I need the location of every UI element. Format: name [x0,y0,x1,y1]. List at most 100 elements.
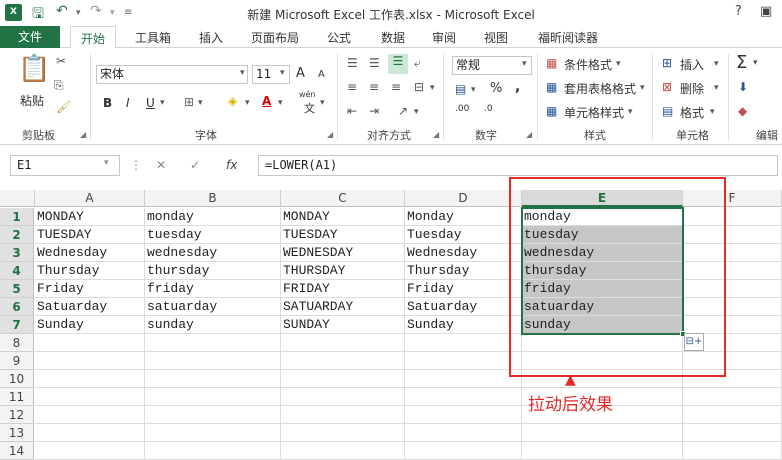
clear-icon[interactable]: ◆ [738,104,747,118]
cell-a5[interactable]: Friday [35,280,145,298]
cell-f14[interactable] [683,442,782,460]
percent-button[interactable]: % [490,81,502,96]
tab-view[interactable]: 视图 [484,29,508,46]
format-cells-chevron-down-icon[interactable]: ▾ [710,107,715,117]
phonetic-chevron-down-icon[interactable]: ▾ [320,98,325,108]
row-header-5[interactable]: 5 [0,280,34,298]
cell-a6[interactable]: Satuarday [35,298,145,316]
cell-a1[interactable]: MONDAY [35,208,145,226]
cell-a10[interactable] [35,370,145,388]
row-header-3[interactable]: 3 [0,244,34,262]
cell-b1[interactable]: monday [145,208,281,226]
ribbon-display-icon[interactable]: ▣ [760,4,772,19]
cell-b9[interactable] [145,352,281,370]
cell-c5[interactable]: FRIDAY [281,280,405,298]
cell-c7[interactable]: SUNDAY [281,316,405,334]
cell-b13[interactable] [145,424,281,442]
cell-c12[interactable] [281,406,405,424]
conditional-format-chevron-down-icon[interactable]: ▾ [616,59,621,69]
cell-e7[interactable]: sunday [522,316,683,334]
tab-insert[interactable]: 插入 [199,29,223,46]
increase-indent-icon[interactable]: ⇥ [369,104,379,118]
row-header-6[interactable]: 6 [0,298,34,316]
underline-chevron-down-icon[interactable]: ▾ [160,98,165,108]
format-table-chevron-down-icon[interactable]: ▾ [640,83,645,93]
comma-button[interactable]: , [515,79,520,95]
font-name-select[interactable]: 宋体 [96,65,248,84]
cell-b4[interactable]: thursday [145,262,281,280]
cell-e6[interactable]: satuarday [522,298,683,316]
cell-styles-button[interactable]: 单元格样式 [564,104,624,121]
cell-c11[interactable] [281,388,405,406]
paste-icon[interactable]: 📋 [18,54,50,84]
orientation-chevron-down-icon[interactable]: ▾ [414,107,419,117]
decrease-indent-icon[interactable]: ⇤ [347,104,357,118]
clipboard-launcher-icon[interactable]: ◢ [80,130,86,139]
cell-a11[interactable] [35,388,145,406]
merge-center-icon[interactable]: ⊟ [414,80,424,94]
cell-b12[interactable] [145,406,281,424]
orientation-icon[interactable]: ↗ [398,104,408,118]
cell-e4[interactable]: thursday [522,262,683,280]
cell-c6[interactable]: SATUARDAY [281,298,405,316]
delete-cells-chevron-down-icon[interactable]: ▾ [714,83,719,93]
enter-icon[interactable]: ✓ [190,158,200,172]
cell-a2[interactable]: TUESDAY [35,226,145,244]
cell-e1[interactable]: monday [522,208,683,226]
cell-d9[interactable] [405,352,522,370]
align-middle-icon[interactable]: ☰ [369,56,380,70]
cell-b8[interactable] [145,334,281,352]
cell-b3[interactable]: wednesday [145,244,281,262]
cell-f9[interactable] [683,352,782,370]
insert-cells-chevron-down-icon[interactable]: ▾ [714,59,719,69]
conditional-format-icon[interactable]: ▦ [546,56,557,70]
cell-f7[interactable] [683,316,782,334]
row-header-9[interactable]: 9 [0,352,34,370]
format-painter-icon[interactable]: 🖌 [56,100,71,114]
cell-d5[interactable]: Friday [405,280,522,298]
cell-a12[interactable] [35,406,145,424]
cell-c4[interactable]: THURSDAY [281,262,405,280]
tab-home[interactable]: 开始 [70,26,117,49]
tab-review[interactable]: 审阅 [432,29,456,46]
cell-d10[interactable] [405,370,522,388]
column-header-a[interactable]: A [35,190,145,207]
cell-b10[interactable] [145,370,281,388]
format-cells-icon[interactable]: ▤ [662,104,673,118]
merge-chevron-down-icon[interactable]: ▾ [430,83,435,93]
row-header-4[interactable]: 4 [0,262,34,280]
cell-e10[interactable] [522,370,683,388]
grow-font-button[interactable]: A [296,66,305,81]
cell-a13[interactable] [35,424,145,442]
accounting-chevron-down-icon[interactable]: ▾ [471,85,476,95]
cell-c3[interactable]: WEDNESDAY [281,244,405,262]
tab-page-layout[interactable]: 页面布局 [251,29,299,46]
cell-b6[interactable]: satuarday [145,298,281,316]
align-left-icon[interactable]: ≡ [347,80,357,94]
cell-e3[interactable]: wednesday [522,244,683,262]
cell-styles-icon[interactable]: ▦ [546,104,557,118]
copy-icon[interactable]: ⎘ [54,78,64,93]
underline-button[interactable]: U [146,96,155,110]
cell-styles-chevron-down-icon[interactable]: ▾ [628,107,633,117]
delete-cells-icon[interactable]: ⊠ [662,80,672,94]
cut-icon[interactable]: ✂ [56,54,66,68]
name-box-chevron-down-icon[interactable]: ▾ [104,158,109,168]
cell-c13[interactable] [281,424,405,442]
tab-foxit-reader[interactable]: 福昕阅读器 [538,29,598,46]
cell-c9[interactable] [281,352,405,370]
row-header-10[interactable]: 10 [0,370,34,388]
cell-d11[interactable] [405,388,522,406]
cell-a9[interactable] [35,352,145,370]
fill-color-icon[interactable]: ◈ [228,94,237,108]
row-header-8[interactable]: 8 [0,334,34,352]
cancel-icon[interactable]: ✕ [156,158,166,172]
format-cells-button[interactable]: 格式 [680,104,704,121]
cell-e5[interactable]: friday [522,280,683,298]
cell-c14[interactable] [281,442,405,460]
conditional-format-button[interactable]: 条件格式 [564,56,612,73]
cell-f10[interactable] [683,370,782,388]
cell-f11[interactable] [683,388,782,406]
cell-f12[interactable] [683,406,782,424]
select-all-corner[interactable] [0,190,35,207]
